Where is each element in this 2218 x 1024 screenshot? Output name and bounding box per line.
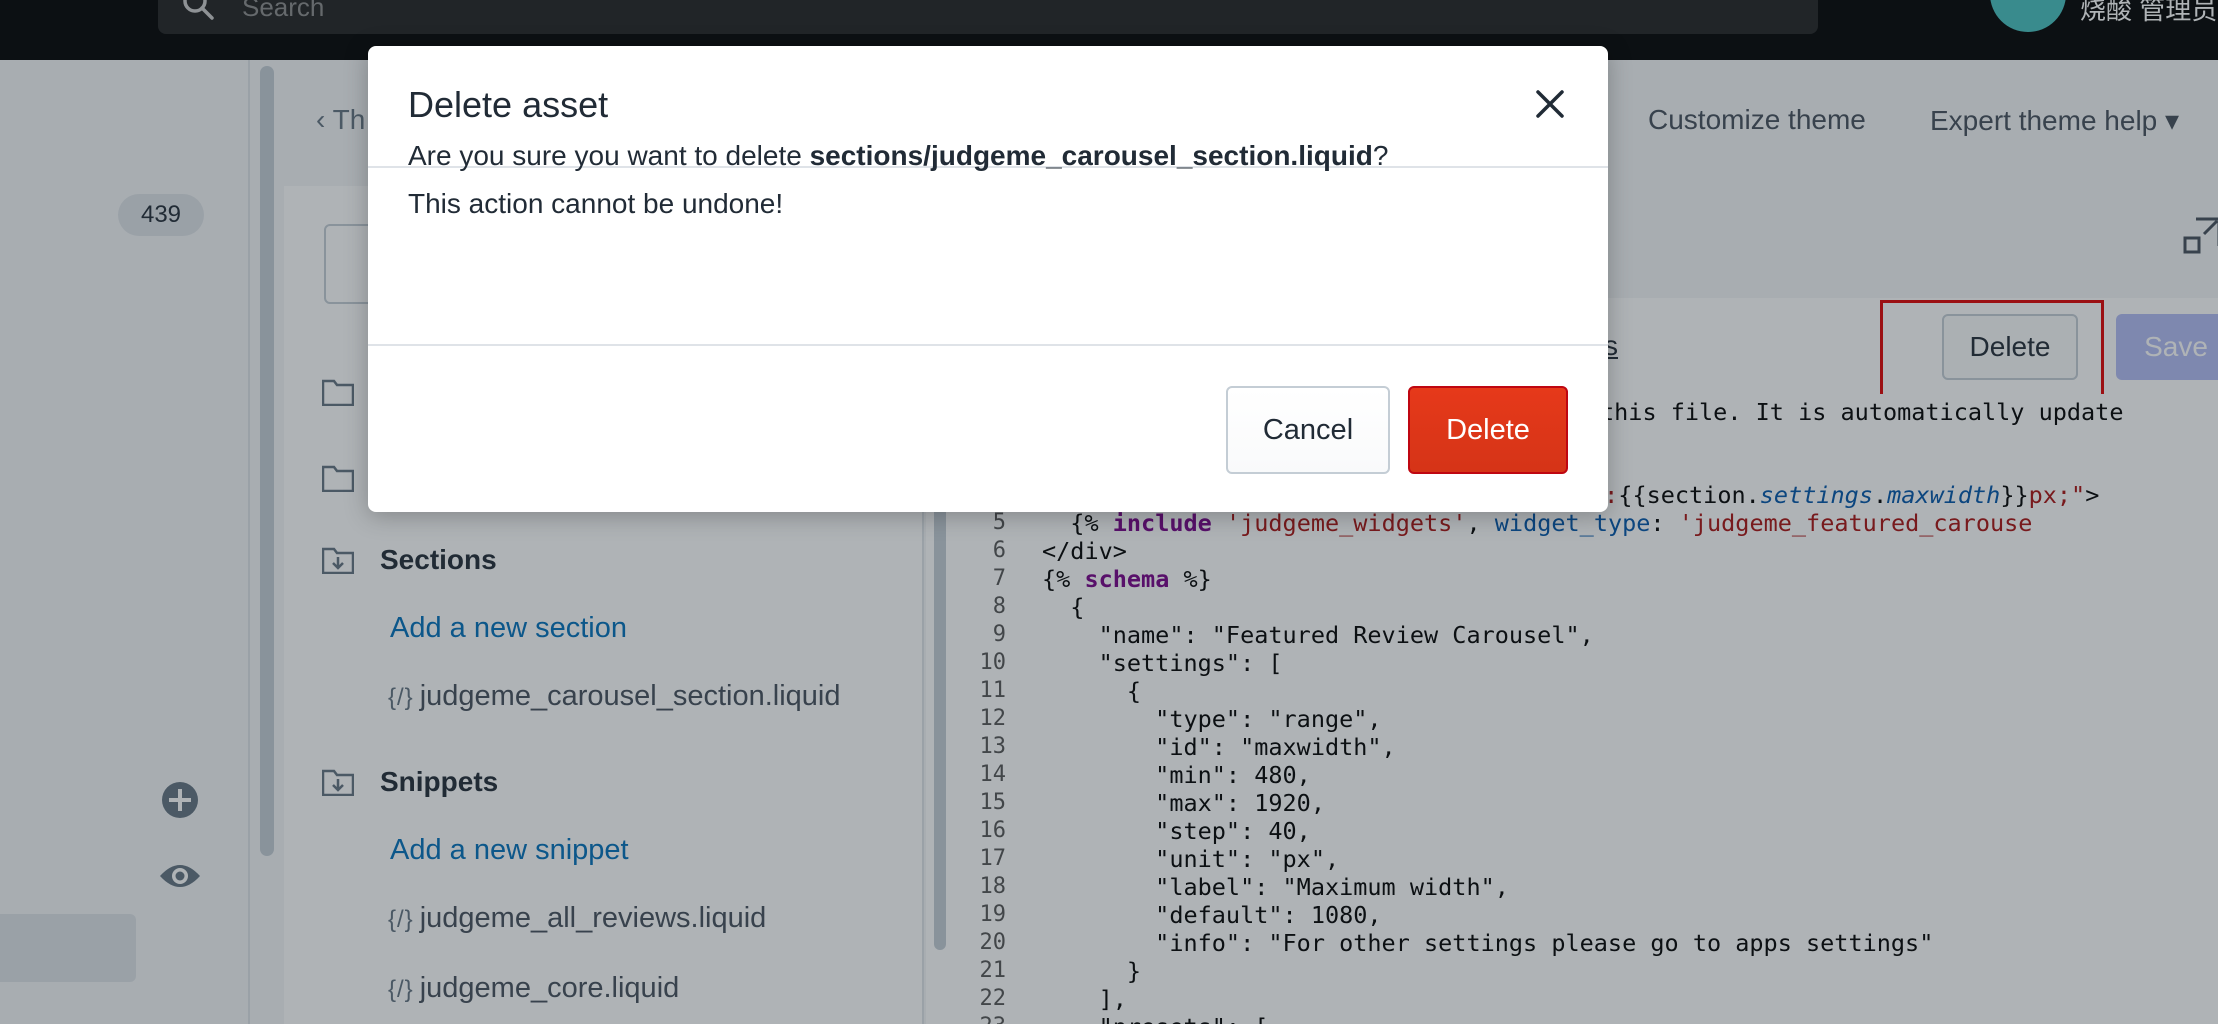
confirm-delete-button[interactable]: Delete [1408,386,1568,474]
dialog-filename: sections/judgeme_carousel_section.liquid [809,140,1373,171]
dialog-title: Delete asset [408,84,609,125]
dialog-message: Are you sure you want to delete sections… [408,140,1389,171]
cancel-button[interactable]: Cancel [1226,386,1390,474]
delete-asset-dialog: Delete asset Are you sure you want to de… [368,46,1608,512]
close-icon[interactable] [1528,82,1572,126]
dialog-warning: This action cannot be undone! [408,188,784,219]
dialog-footer: Cancel Delete [368,344,1608,512]
